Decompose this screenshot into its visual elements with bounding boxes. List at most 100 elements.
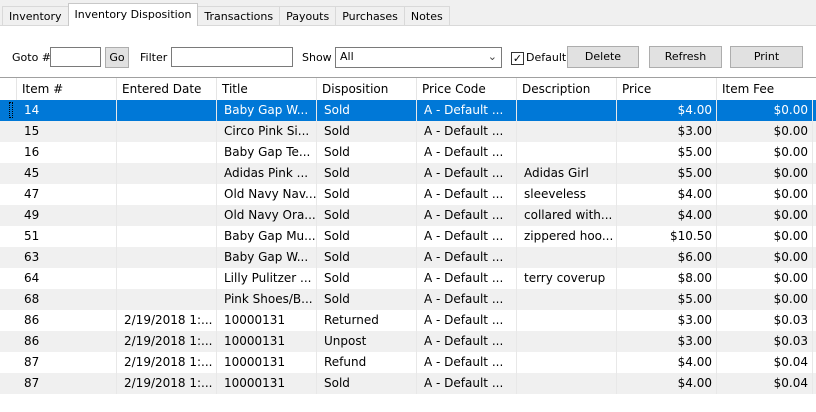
- table-cell[interactable]: A - Default ...: [417, 142, 517, 163]
- table-cell[interactable]: $8.00: [617, 268, 717, 289]
- table-cell[interactable]: A - Default ...: [417, 331, 517, 352]
- table-cell[interactable]: [117, 121, 217, 142]
- table-cell[interactable]: A - Default ...: [417, 373, 517, 394]
- table-cell[interactable]: A - Default ...: [417, 205, 517, 226]
- table-cell[interactable]: $0.04: [717, 373, 813, 394]
- table-cell[interactable]: [117, 184, 217, 205]
- table-cell[interactable]: A - Default ...: [417, 163, 517, 184]
- table-row[interactable]: 49 Old Navy Ora... Sold A - Default ... coll…: [0, 205, 816, 226]
- table-row[interactable]: 15 Circo Pink Si... Sold A - Default ... $3.…: [0, 121, 816, 142]
- table-cell[interactable]: $5.00: [617, 289, 717, 310]
- table-cell[interactable]: [517, 310, 617, 331]
- table-cell[interactable]: $0.00: [717, 121, 813, 142]
- table-cell[interactable]: $0.04: [717, 352, 813, 373]
- table-cell[interactable]: 51: [17, 226, 117, 247]
- table-cell[interactable]: Sold: [317, 373, 417, 394]
- table-cell[interactable]: Baby Gap W...: [217, 100, 317, 121]
- table-cell[interactable]: 2/19/2018 1:...: [117, 352, 217, 373]
- table-cell[interactable]: Baby Gap Te...: [217, 142, 317, 163]
- table-cell[interactable]: Baby Gap W...: [217, 247, 317, 268]
- table-row[interactable]: 86 2/19/2018 1:... 10000131 Unpost A - Defau…: [0, 331, 816, 352]
- table-cell[interactable]: Adidas Pink ...: [217, 163, 317, 184]
- table-cell[interactable]: $4.00: [617, 205, 717, 226]
- table-cell[interactable]: Sold: [317, 268, 417, 289]
- table-cell[interactable]: Sold: [317, 205, 417, 226]
- table-cell[interactable]: 2/19/2018 1:...: [117, 331, 217, 352]
- table-cell[interactable]: 10000131: [217, 373, 317, 394]
- table-cell[interactable]: $4.00: [617, 184, 717, 205]
- table-cell[interactable]: [117, 100, 217, 121]
- table-cell[interactable]: $0.00: [717, 247, 813, 268]
- table-cell[interactable]: [517, 352, 617, 373]
- goto-input[interactable]: [50, 47, 101, 67]
- table-cell[interactable]: $4.00: [617, 100, 717, 121]
- table-cell[interactable]: 64: [17, 268, 117, 289]
- table-cell[interactable]: Adidas Girl: [517, 163, 617, 184]
- table-cell[interactable]: [517, 331, 617, 352]
- table-cell[interactable]: Returned: [317, 310, 417, 331]
- table-row[interactable]: 87 2/19/2018 1:... 10000131 Refund A - Defau…: [0, 352, 816, 373]
- table-cell[interactable]: 2/19/2018 1:...: [117, 310, 217, 331]
- filter-input[interactable]: [171, 47, 293, 67]
- table-cell[interactable]: Old Navy Nav...: [217, 184, 317, 205]
- table-cell[interactable]: Sold: [317, 247, 417, 268]
- table-cell[interactable]: $3.00: [617, 310, 717, 331]
- table-row[interactable]: 86 2/19/2018 1:... 10000131 Returned A - Def…: [0, 310, 816, 331]
- table-row[interactable]: 64 Lilly Pulitzer ... Sold A - Default ... t…: [0, 268, 816, 289]
- table-cell[interactable]: Circo Pink Si...: [217, 121, 317, 142]
- table-cell[interactable]: $3.00: [617, 331, 717, 352]
- table-cell[interactable]: 68: [17, 289, 117, 310]
- table-cell[interactable]: A - Default ...: [417, 352, 517, 373]
- table-cell[interactable]: 10000131: [217, 352, 317, 373]
- table-cell[interactable]: [117, 142, 217, 163]
- table-cell[interactable]: [517, 100, 617, 121]
- table-cell[interactable]: 15: [17, 121, 117, 142]
- table-cell[interactable]: Sold: [317, 289, 417, 310]
- table-cell[interactable]: $10.50: [617, 226, 717, 247]
- column-header-entered-date[interactable]: Entered Date: [117, 78, 217, 100]
- tab-purchases[interactable]: Purchases: [335, 6, 405, 26]
- table-cell[interactable]: Sold: [317, 100, 417, 121]
- table-cell[interactable]: $0.00: [717, 268, 813, 289]
- default-checkbox[interactable]: ✓: [511, 52, 524, 65]
- go-button[interactable]: Go: [105, 47, 129, 68]
- table-cell[interactable]: A - Default ...: [417, 289, 517, 310]
- table-cell[interactable]: $0.00: [717, 184, 813, 205]
- table-cell[interactable]: 10000131: [217, 331, 317, 352]
- column-header-title[interactable]: Title: [217, 78, 317, 100]
- tab-inventory[interactable]: Inventory: [2, 6, 69, 26]
- table-cell[interactable]: Pink Shoes/B...: [217, 289, 317, 310]
- table-cell[interactable]: $0.00: [717, 205, 813, 226]
- table-cell[interactable]: 47: [17, 184, 117, 205]
- table-cell[interactable]: 16: [17, 142, 117, 163]
- table-row[interactable]: 51 Baby Gap Mu... Sold A - Default ... zippe…: [0, 226, 816, 247]
- table-cell[interactable]: 63: [17, 247, 117, 268]
- table-cell[interactable]: [117, 268, 217, 289]
- table-cell[interactable]: 86: [17, 310, 117, 331]
- table-cell[interactable]: $4.00: [617, 373, 717, 394]
- table-cell[interactable]: 86: [17, 331, 117, 352]
- table-row[interactable]: 45 Adidas Pink ... Sold A - Default ... Adid…: [0, 163, 816, 184]
- table-cell[interactable]: A - Default ...: [417, 268, 517, 289]
- table-cell[interactable]: $0.00: [717, 289, 813, 310]
- table-cell[interactable]: 2/19/2018 1:...: [117, 373, 217, 394]
- table-cell[interactable]: $5.00: [617, 142, 717, 163]
- column-header-price-code[interactable]: Price Code: [417, 78, 517, 100]
- table-cell[interactable]: [517, 121, 617, 142]
- table-cell[interactable]: A - Default ...: [417, 310, 517, 331]
- table-cell[interactable]: $4.00: [617, 352, 717, 373]
- tab-transactions[interactable]: Transactions: [197, 6, 281, 26]
- table-cell[interactable]: Unpost: [317, 331, 417, 352]
- table-cell[interactable]: [117, 163, 217, 184]
- column-header-description[interactable]: Description: [517, 78, 617, 100]
- table-row[interactable]: 14 Baby Gap W... Sold A - Default ... $4.00 $…: [0, 100, 816, 121]
- table-cell[interactable]: [117, 289, 217, 310]
- column-header-item-number[interactable]: Item #: [17, 78, 117, 100]
- table-cell[interactable]: A - Default ...: [417, 100, 517, 121]
- table-cell[interactable]: $3.00: [617, 121, 717, 142]
- delete-button[interactable]: Delete: [567, 46, 639, 68]
- table-cell[interactable]: [517, 142, 617, 163]
- table-cell[interactable]: $0.00: [717, 142, 813, 163]
- table-cell[interactable]: $0.03: [717, 331, 813, 352]
- table-cell[interactable]: 49: [17, 205, 117, 226]
